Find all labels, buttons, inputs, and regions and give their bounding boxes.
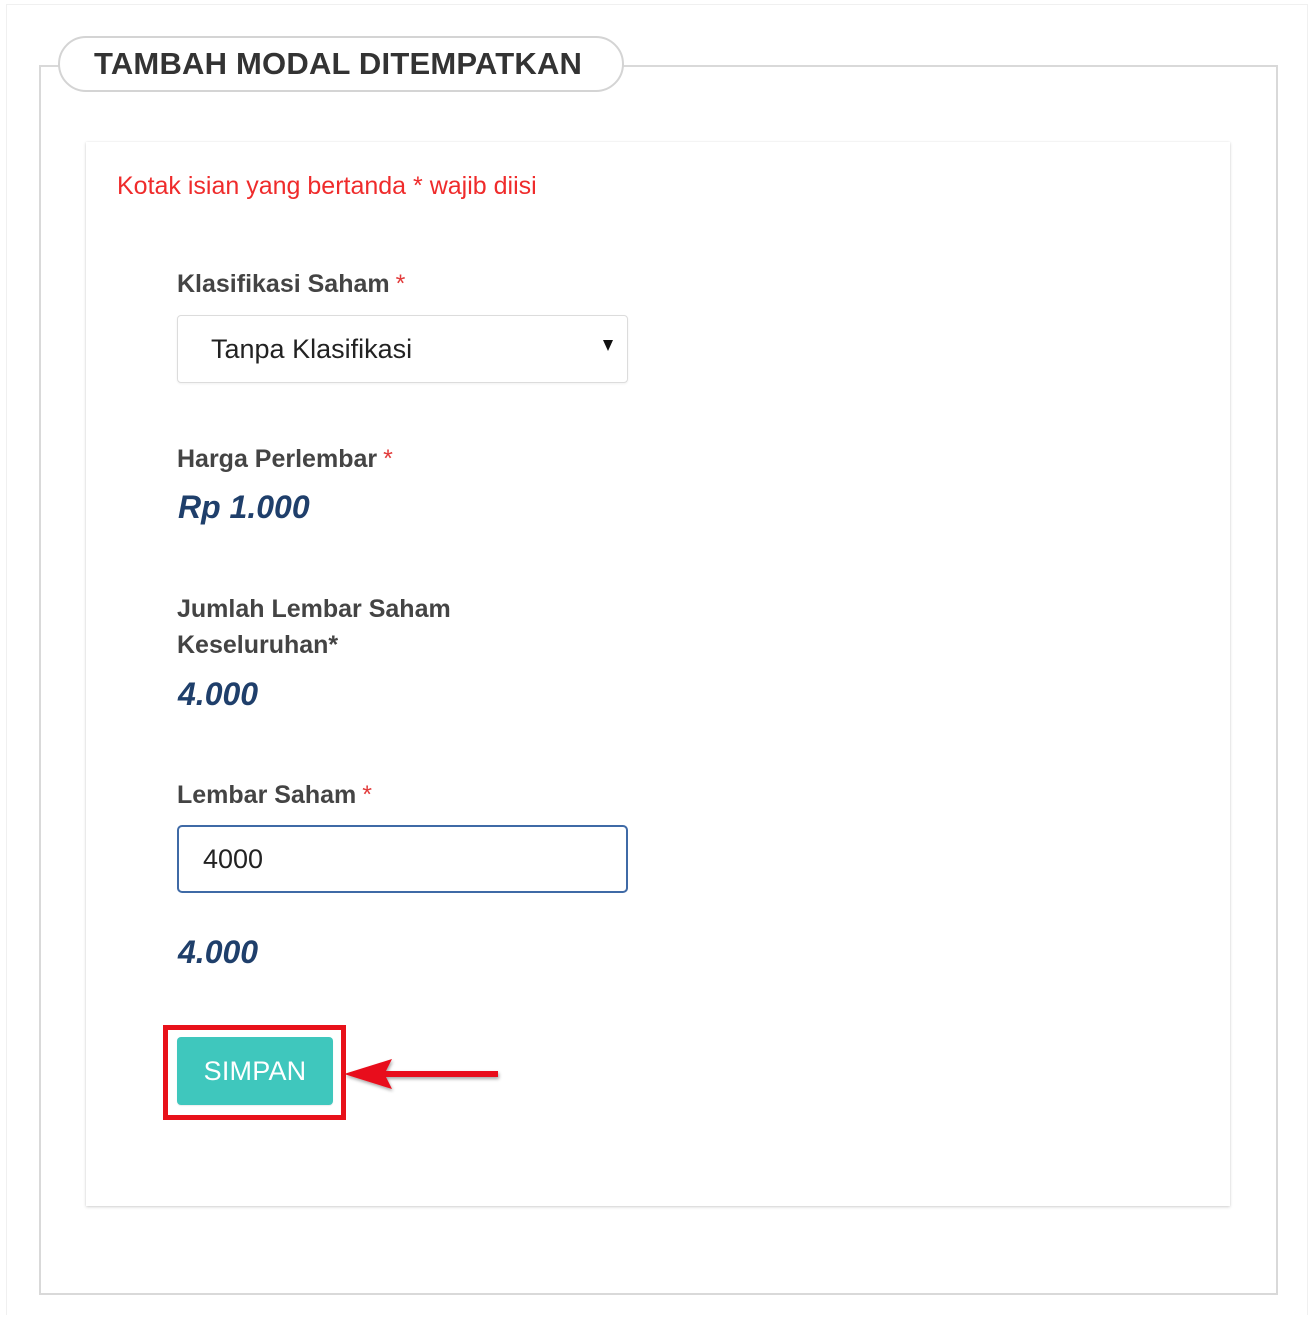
jumlah-label: Jumlah Lembar Saham Keseluruhan* [177,591,451,663]
required-asterisk: * [362,781,372,809]
required-note: Kotak isian yang bertanda * wajib diisi [117,172,537,200]
lembar-label-text: Lembar Saham [177,781,357,809]
form-title: TAMBAH MODAL DITEMPATKAN [58,36,624,92]
dropdown-arrow-icon [603,340,613,351]
jumlah-value: 4.000 [178,676,259,712]
jumlah-label-line1: Jumlah Lembar Saham [177,595,451,623]
jumlah-label-line2: Keseluruhan* [177,631,339,659]
klasifikasi-label: Klasifikasi Saham * [177,266,405,302]
required-asterisk: * [383,445,393,473]
simpan-button[interactable]: SIMPAN [177,1037,333,1105]
lembar-saham-input[interactable] [177,825,628,893]
required-asterisk: * [395,270,406,298]
harga-value: Rp 1.000 [178,489,310,525]
lembar-formatted-value: 4.000 [178,934,259,970]
lembar-label: Lembar Saham * [177,777,372,813]
harga-label: Harga Perlembar * [177,441,393,477]
klasifikasi-label-text: Klasifikasi Saham [177,270,390,298]
harga-label-text: Harga Perlembar [177,445,378,473]
klasifikasi-select[interactable]: Tanpa Klasifikasi [177,315,628,383]
klasifikasi-selected-value: Tanpa Klasifikasi [211,333,413,364]
pointer-arrow-icon [344,1059,498,1089]
